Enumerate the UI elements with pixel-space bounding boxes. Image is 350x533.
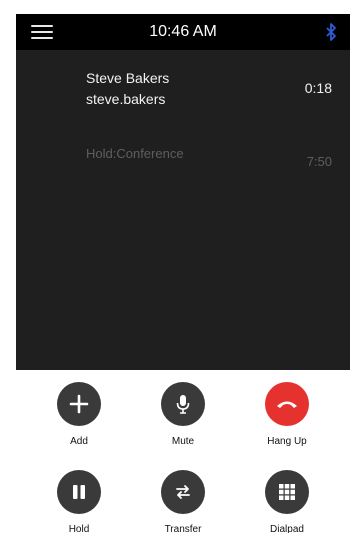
dialpad-label: Dialpad xyxy=(270,524,304,533)
held-call-timer: 7:50 xyxy=(306,154,332,169)
dialpad-button[interactable]: Dialpad xyxy=(242,470,332,533)
hold-button[interactable]: Hold xyxy=(34,470,124,533)
transfer-label: Transfer xyxy=(164,524,202,533)
held-call-label[interactable]: Hold:Conference xyxy=(86,146,184,161)
active-call-name[interactable]: Steve Bakers xyxy=(86,70,169,86)
hang-up-label: Hang Up xyxy=(267,436,307,447)
active-call-timer: 0:18 xyxy=(304,80,332,96)
microphone-icon xyxy=(176,395,190,414)
transfer-button[interactable]: Transfer xyxy=(138,470,228,533)
hang-up-button-circle[interactable] xyxy=(265,382,309,426)
call-controls: Add Mute Hang Up Hold Transfer Dialpad xyxy=(16,370,350,533)
transfer-button-circle[interactable] xyxy=(161,470,205,514)
call-list: Steve Bakers steve.bakers 0:18 Hold:Conf… xyxy=(16,50,350,370)
status-bar: 10:46 AM xyxy=(16,14,350,50)
hold-button-circle[interactable] xyxy=(57,470,101,514)
mute-label: Mute xyxy=(171,436,195,447)
add-button[interactable]: Add xyxy=(34,382,124,447)
hang-up-button[interactable]: Hang Up xyxy=(242,382,332,447)
mute-button-circle[interactable] xyxy=(161,382,205,426)
active-call-id[interactable]: steve.bakers xyxy=(86,91,165,107)
add-button-circle[interactable] xyxy=(57,382,101,426)
status-time: 10:46 AM xyxy=(149,23,217,40)
dialpad-button-circle[interactable] xyxy=(265,470,309,514)
phone-screen: 10:46 AM Steve Bakers steve.bakers 0:18 … xyxy=(16,0,350,533)
plus-icon xyxy=(69,394,89,414)
bluetooth-icon xyxy=(326,23,336,41)
transfer-icon xyxy=(176,485,190,499)
pause-icon xyxy=(73,485,85,499)
add-label: Add xyxy=(70,436,88,447)
mute-button[interactable]: Mute xyxy=(138,382,228,447)
dialpad-icon xyxy=(279,484,295,500)
hold-label: Hold xyxy=(68,524,90,533)
hang-up-icon xyxy=(277,401,297,408)
